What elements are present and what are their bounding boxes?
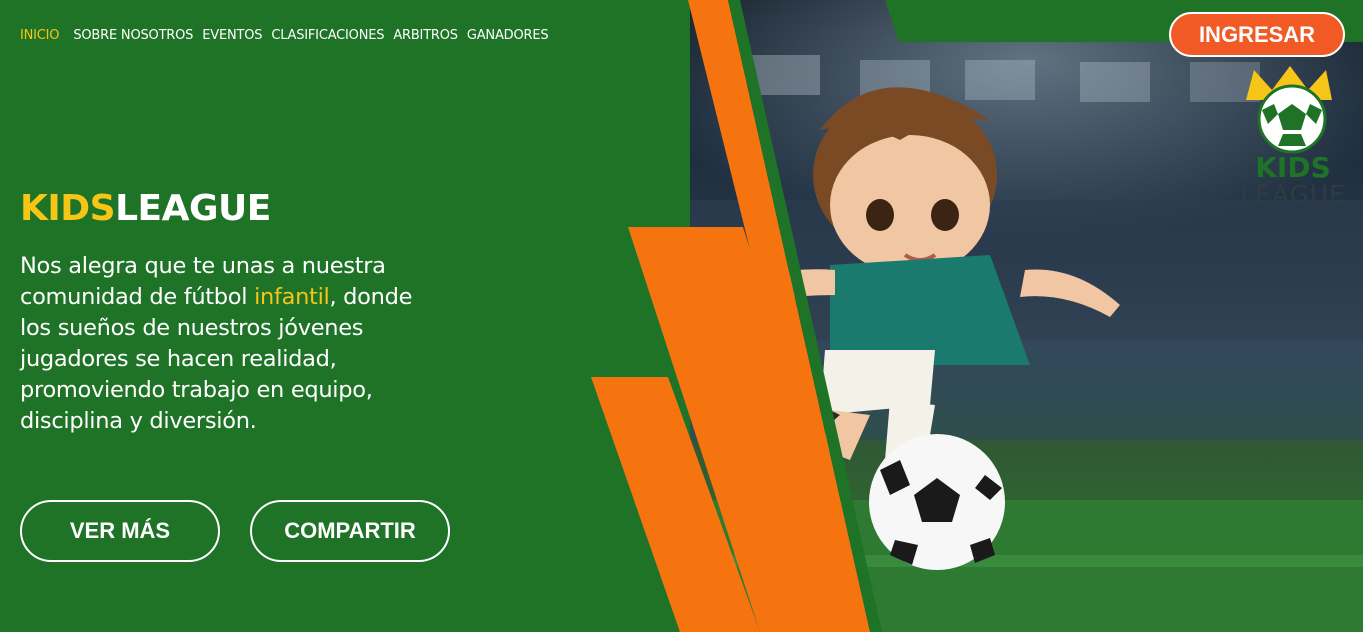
nav-item-ganadores[interactable]: GANADORES xyxy=(467,28,549,43)
hero-description: Nos alegra que te unas a nuestra comunid… xyxy=(20,251,440,437)
nav-item-eventos[interactable]: EVENTOS xyxy=(202,28,262,43)
hero-title-rest: LEAGUE xyxy=(115,188,271,229)
nav-item-arbitros[interactable]: ARBITROS xyxy=(393,28,458,43)
logo-league-text: LEAGUE xyxy=(1240,180,1346,209)
hero-title-accent: KIDS xyxy=(20,188,116,229)
logo-kids-text: KIDS xyxy=(1255,151,1331,184)
see-more-button[interactable]: VER MÁS xyxy=(20,500,220,562)
nav-item-clasificaciones[interactable]: CLASIFICACIONES xyxy=(271,28,384,43)
nav-item-inicio[interactable]: INICIO xyxy=(20,28,60,43)
nav-item-sobre-nosotros[interactable]: SOBRE NOSOTROS xyxy=(73,28,193,43)
login-button[interactable]: INGRESAR xyxy=(1169,12,1345,57)
share-button[interactable]: COMPARTIR xyxy=(250,500,450,562)
main-nav: INICIO SOBRE NOSOTROS EVENTOS CLASIFICAC… xyxy=(20,28,549,43)
crowned-ball-icon xyxy=(1246,66,1332,154)
kids-league-logo: KIDS LEAGUE xyxy=(1228,62,1358,212)
hero-description-accent: infantil xyxy=(254,284,330,310)
hero-title: KIDSLEAGUE xyxy=(20,188,271,229)
